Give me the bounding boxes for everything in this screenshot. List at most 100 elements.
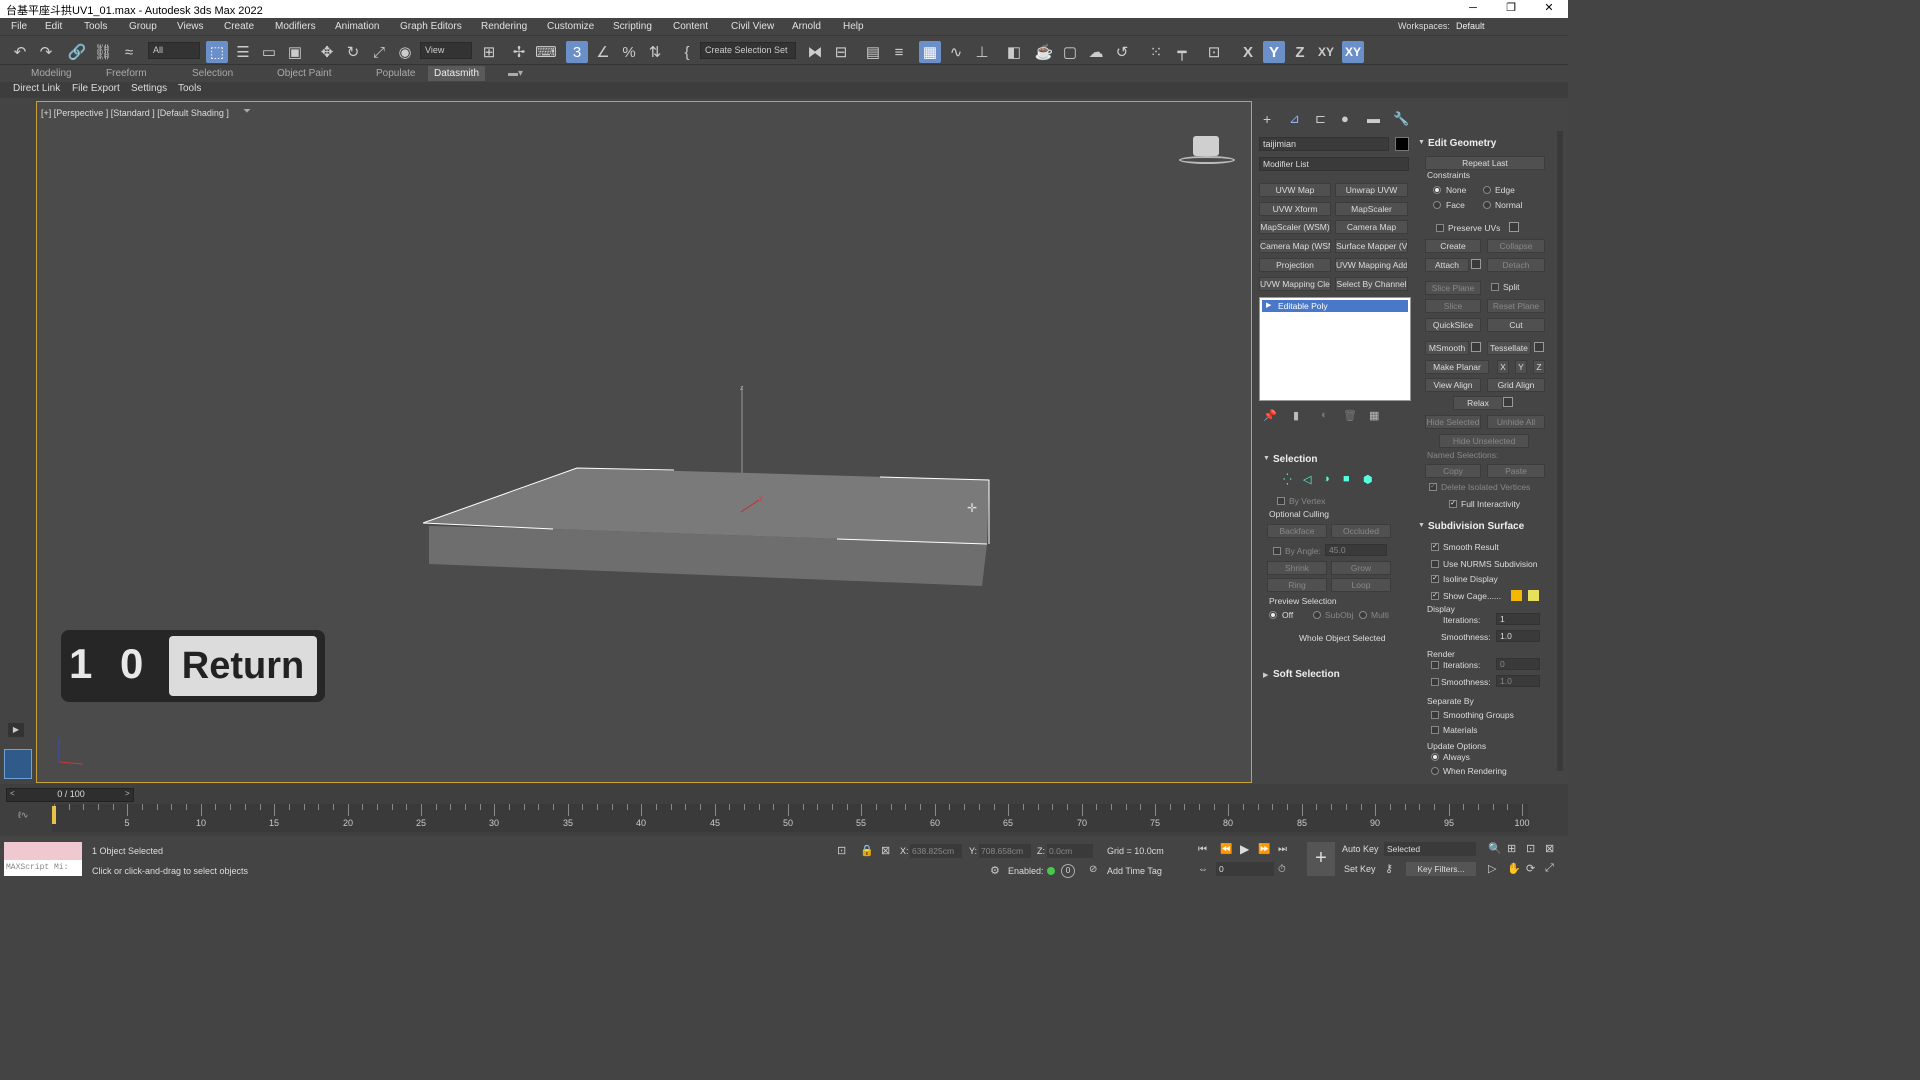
command-panel-scrollbar[interactable]	[1557, 131, 1563, 771]
cut-button[interactable]: Cut	[1487, 318, 1545, 332]
menu-civil-view[interactable]: Civil View	[731, 21, 774, 32]
menu-rendering[interactable]: Rendering	[481, 21, 527, 32]
scene-explorer-icon[interactable]: ▤	[862, 41, 884, 63]
menu-arnold[interactable]: Arnold	[792, 21, 821, 32]
spinner-snap-icon[interactable]: ⇅	[644, 41, 666, 63]
go-to-start-icon[interactable]: ⏮	[1198, 844, 1207, 855]
show-cage-checkbox[interactable]: ✓	[1431, 592, 1439, 600]
track-bar[interactable]: 5 10 15 20 25 30 35 40 45 50 55 60 65 70 75 80 85 90 95 100	[52, 804, 1530, 832]
render-iterative-icon[interactable]: ↺	[1111, 41, 1133, 63]
relax-settings-icon[interactable]	[1503, 397, 1513, 407]
rotate-icon[interactable]: ↻	[342, 41, 364, 63]
preserve-uvs-settings-icon[interactable]	[1509, 222, 1519, 232]
display-smoothness-spinner[interactable]: 1.0	[1496, 630, 1540, 642]
grow-button[interactable]: Grow	[1331, 561, 1391, 575]
previous-key-icon[interactable]: ⏪	[1220, 844, 1232, 855]
angle-spinner[interactable]: 45.0	[1325, 544, 1387, 556]
snaps-toggle-icon[interactable]: 3	[566, 41, 588, 63]
maximize-viewport-icon[interactable]: ⤢	[1545, 862, 1554, 875]
render-iterations-checkbox[interactable]	[1431, 661, 1439, 669]
border-mode-icon[interactable]: ◑	[1323, 473, 1330, 485]
repeat-last-button[interactable]: Repeat Last	[1425, 156, 1545, 170]
menu-help[interactable]: Help	[843, 21, 864, 32]
planar-y-button[interactable]: Y	[1515, 360, 1527, 374]
mapscaler-wsm-button[interactable]: MapScaler (WSM)	[1259, 220, 1331, 234]
update-always-radio[interactable]	[1431, 753, 1439, 761]
mirror-icon[interactable]: ⧓	[804, 41, 826, 63]
ribbon-options-icon[interactable]: ▬▾	[508, 68, 523, 79]
prev-frame-icon[interactable]: <	[10, 789, 15, 798]
modify-tab-icon[interactable]: ⊿	[1289, 111, 1300, 127]
menu-customize[interactable]: Customize	[547, 21, 594, 32]
cage-color-2-swatch[interactable]	[1528, 590, 1539, 601]
align-icon[interactable]: ⊟	[830, 41, 852, 63]
select-by-channel-button[interactable]: Select By Channel	[1335, 277, 1408, 291]
menu-modifiers[interactable]: Modifiers	[275, 21, 316, 32]
perspective-viewport[interactable]: [+] [Perspective ] [Standard ] [Default …	[36, 101, 1252, 783]
hide-selected-button[interactable]: Hide Selected	[1425, 415, 1481, 429]
loop-button[interactable]: Loop	[1331, 578, 1391, 592]
reset-plane-button[interactable]: Reset Plane	[1487, 299, 1545, 313]
play-icon[interactable]: ▶	[8, 723, 24, 737]
placement-icon[interactable]: ◉	[394, 41, 416, 63]
file-export-button[interactable]: File Export	[72, 83, 120, 94]
occluded-button[interactable]: Occluded	[1331, 524, 1391, 538]
select-by-name-icon[interactable]: ☰	[232, 41, 254, 63]
modifier-list-dropdown[interactable]: Modifier List	[1259, 157, 1409, 171]
paste-button[interactable]: Paste	[1487, 464, 1545, 478]
expand-arrow-icon[interactable]: ▶	[1266, 301, 1271, 309]
constraint-edge-radio[interactable]	[1483, 186, 1491, 194]
schematic-view-icon[interactable]: ⊥	[971, 41, 993, 63]
collapse-button[interactable]: Collapse	[1487, 239, 1545, 253]
constraint-none-radio[interactable]	[1433, 186, 1441, 194]
slice-button[interactable]: Slice	[1425, 299, 1481, 313]
subdivision-rollout-title[interactable]: Subdivision Surface	[1428, 521, 1524, 532]
view-align-button[interactable]: View Align	[1425, 378, 1481, 392]
set-key-button[interactable]: Set Key	[1344, 864, 1376, 874]
render-iterations-spinner[interactable]: 0	[1496, 658, 1540, 670]
attach-list-icon[interactable]	[1471, 259, 1481, 269]
show-end-result-icon[interactable]: ▮	[1293, 409, 1299, 422]
constraint-normal-radio[interactable]	[1483, 201, 1491, 209]
uvw-xform-button[interactable]: UVW Xform	[1259, 202, 1331, 216]
direct-link-button[interactable]: Direct Link	[13, 83, 60, 94]
polygon-mode-icon[interactable]: ■	[1343, 473, 1350, 485]
edit-geometry-rollout-title[interactable]: Edit Geometry	[1428, 138, 1496, 149]
tab-modeling[interactable]: Modeling	[31, 68, 72, 79]
next-frame-icon[interactable]: >	[125, 789, 130, 798]
relax-button[interactable]: Relax	[1453, 396, 1503, 410]
maxscript-mini-listener[interactable]: MAXScript Mi:	[4, 860, 82, 876]
tab-populate[interactable]: Populate	[376, 68, 415, 79]
display-tab-icon[interactable]: ▬	[1367, 111, 1380, 126]
axis-xy-button[interactable]: XY	[1315, 41, 1337, 63]
pin-stack-icon[interactable]: 📌	[1263, 409, 1277, 422]
uvw-map-button[interactable]: UVW Map	[1259, 183, 1331, 197]
default-in-out-tangent-icon[interactable]: +	[1307, 842, 1335, 876]
stack-item-editable-poly[interactable]: Editable Poly	[1262, 300, 1408, 312]
cage-color-1-swatch[interactable]	[1511, 590, 1522, 601]
full-interactivity-checkbox[interactable]: ✓	[1449, 500, 1457, 508]
menu-tools[interactable]: Tools	[84, 21, 107, 32]
add-time-tag-icon[interactable]: ⊘	[1089, 864, 1097, 875]
y-coordinate-field[interactable]: 708.658cm	[979, 844, 1031, 858]
unwrap-uvw-button[interactable]: Unwrap UVW	[1335, 183, 1408, 197]
next-key-icon[interactable]: ⏩	[1258, 844, 1270, 855]
toggle-ribbon-icon[interactable]: ▦	[919, 41, 941, 63]
selection-rollout-title[interactable]: Selection	[1273, 454, 1317, 465]
go-to-end-icon[interactable]: ⏭	[1278, 844, 1287, 855]
camera-map-wsm-button[interactable]: Camera Map (WSM	[1259, 239, 1331, 253]
undo-icon[interactable]: ↶	[9, 41, 31, 63]
rectangular-region-icon[interactable]: ▭	[258, 41, 280, 63]
tab-object-paint[interactable]: Object Paint	[277, 68, 331, 79]
named-selection-set-dropdown[interactable]: Create Selection Set	[700, 42, 796, 59]
percent-snap-icon[interactable]: %	[618, 41, 640, 63]
tab-selection[interactable]: Selection	[192, 68, 233, 79]
orbit-icon[interactable]: ⟳	[1526, 862, 1535, 875]
smooth-result-checkbox[interactable]: ✓	[1431, 543, 1439, 551]
set-key-icon[interactable]: ⚷	[1385, 862, 1393, 875]
curve-editor-icon[interactable]: ∿	[945, 41, 967, 63]
mapscaler-button[interactable]: MapScaler	[1335, 202, 1408, 216]
selection-region-icon[interactable]: ⁙	[1145, 41, 1167, 63]
preview-multi-radio[interactable]	[1359, 611, 1367, 619]
projection-button[interactable]: Projection	[1259, 258, 1331, 272]
